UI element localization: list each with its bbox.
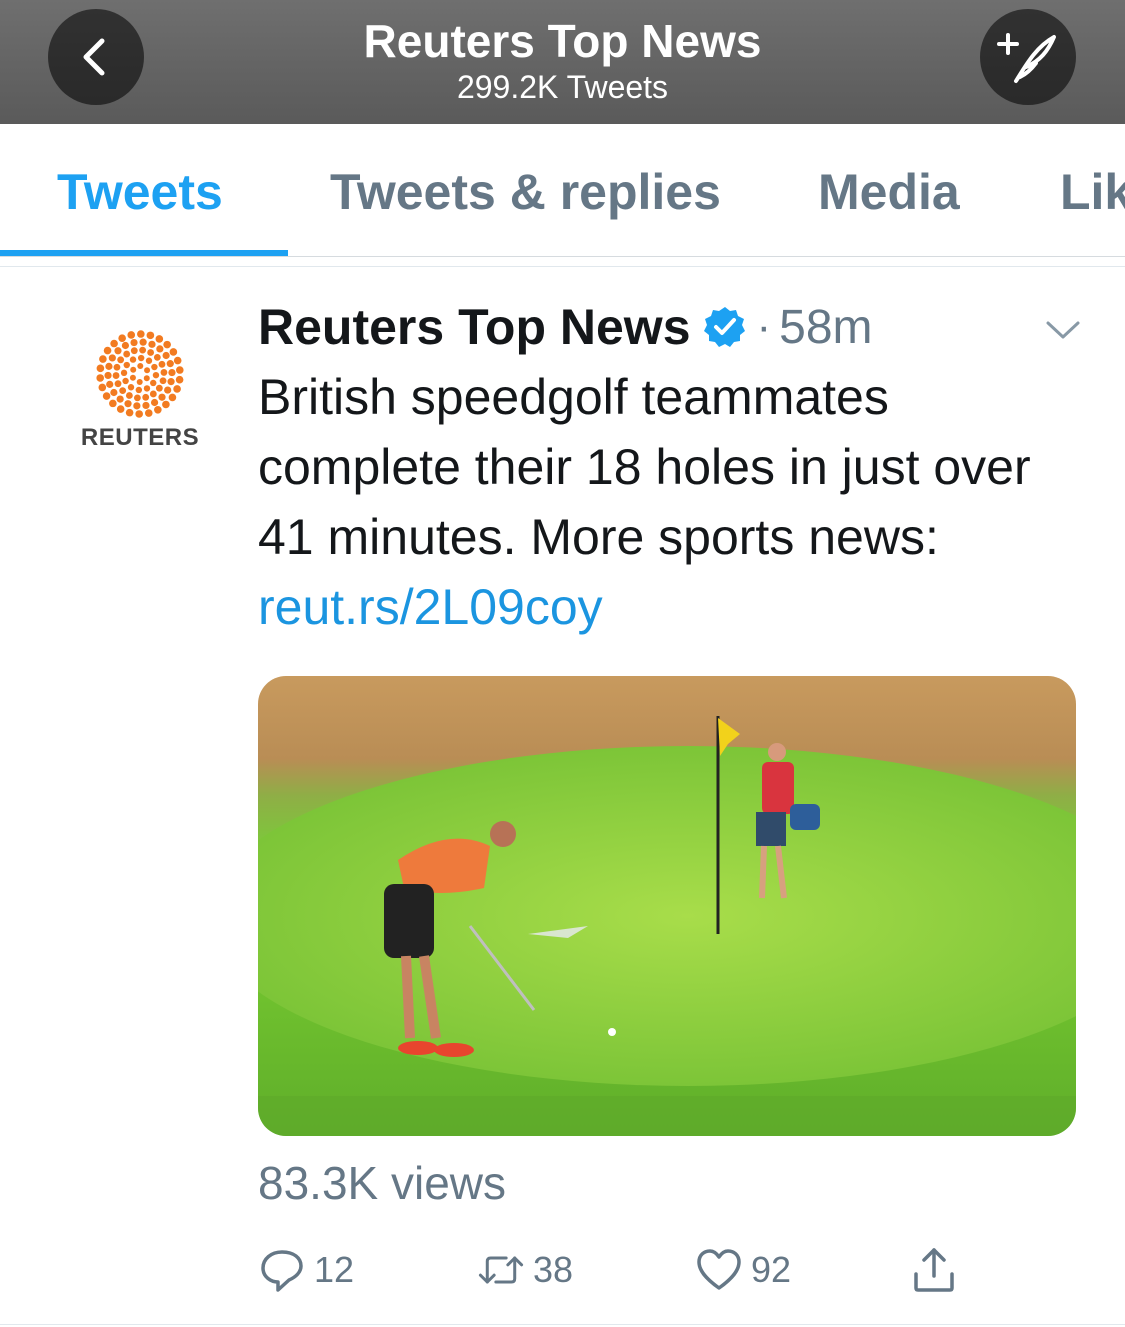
tweet-header: Reuters Top News · 58m <box>258 298 873 356</box>
reply-button[interactable]: 12 <box>258 1243 354 1297</box>
compose-feather-icon <box>997 33 1056 83</box>
avatar[interactable]: REUTERS <box>70 330 210 460</box>
tweet-count: 299.2K Tweets <box>456 69 669 105</box>
divider <box>0 256 1125 257</box>
video-view-count: 83.3K views <box>258 1157 507 1209</box>
divider <box>0 1324 1125 1325</box>
golf-scene-image <box>258 676 1076 1136</box>
tab-media[interactable]: Media <box>818 162 960 222</box>
reply-count: 12 <box>314 1249 355 1290</box>
compose-tweet-button[interactable] <box>980 9 1076 105</box>
tweet-timestamp[interactable]: 58m <box>779 300 872 355</box>
tweet-video-thumbnail[interactable] <box>258 676 1076 1136</box>
tweet-text: British speedgolf teammates complete the… <box>258 362 1058 642</box>
separator-dot: · <box>756 302 772 351</box>
tab-tweets-replies[interactable]: Tweets & replies <box>330 162 721 222</box>
profile-tabs: Tweets Tweets & replies Media Lik <box>0 124 1125 256</box>
reuters-logo-icon <box>96 330 184 418</box>
tab-likes[interactable]: Lik <box>1060 162 1125 222</box>
reply-icon <box>261 1250 303 1292</box>
retweet-button[interactable]: 38 <box>477 1243 573 1297</box>
divider <box>0 266 1125 267</box>
like-button[interactable]: 92 <box>695 1243 791 1297</box>
chevron-down-icon[interactable] <box>1043 310 1083 350</box>
share-button[interactable] <box>910 1243 958 1297</box>
retweet-count: 38 <box>533 1249 574 1290</box>
share-icon <box>914 1248 954 1292</box>
heart-icon <box>697 1249 741 1290</box>
tweet-link[interactable]: reut.rs/2L09coy <box>258 579 603 635</box>
profile-header: Reuters Top News 299.2K Tweets <box>0 0 1125 124</box>
retweet-icon <box>478 1256 524 1284</box>
tab-tweets[interactable]: Tweets <box>57 162 223 222</box>
like-count: 92 <box>751 1249 792 1290</box>
tweet-author[interactable]: Reuters Top News <box>258 298 691 356</box>
profile-title: Reuters Top News <box>363 15 762 67</box>
avatar-wordmark: REUTERS <box>80 424 200 451</box>
verified-badge-icon <box>703 307 745 347</box>
tweet-body: British speedgolf teammates complete the… <box>258 369 1031 565</box>
